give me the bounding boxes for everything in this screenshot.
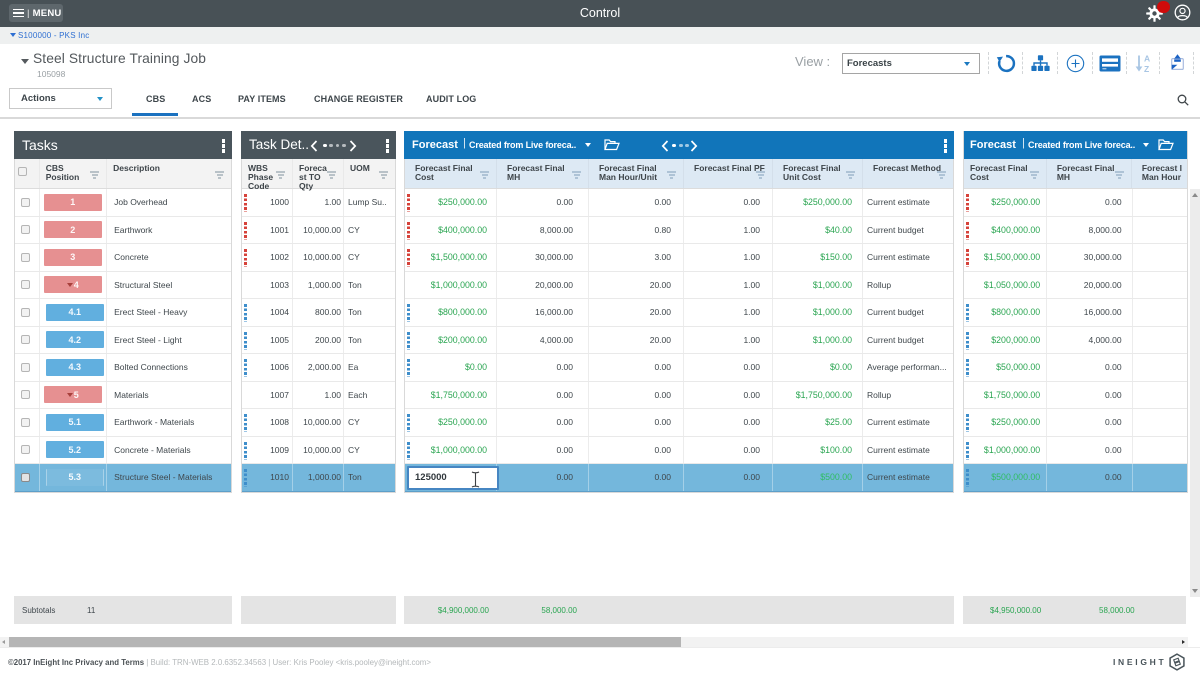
svg-text:A: A bbox=[1144, 54, 1150, 64]
svg-text:Z: Z bbox=[1144, 64, 1149, 74]
